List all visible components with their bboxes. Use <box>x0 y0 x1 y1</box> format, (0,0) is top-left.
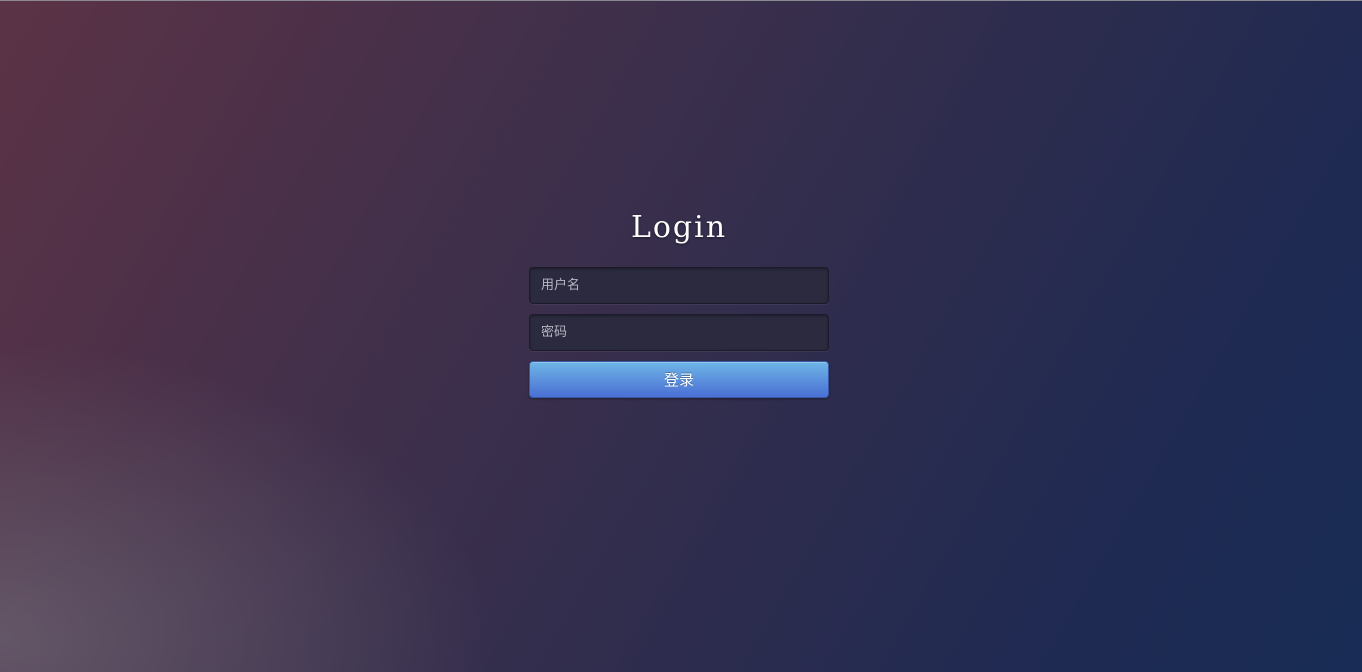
top-border-line <box>0 0 1362 1</box>
login-title: Login <box>630 210 728 245</box>
username-input[interactable] <box>529 267 829 304</box>
password-input[interactable] <box>529 314 829 351</box>
login-button[interactable]: 登录 <box>529 361 829 398</box>
login-form: Login 登录 <box>529 206 829 398</box>
